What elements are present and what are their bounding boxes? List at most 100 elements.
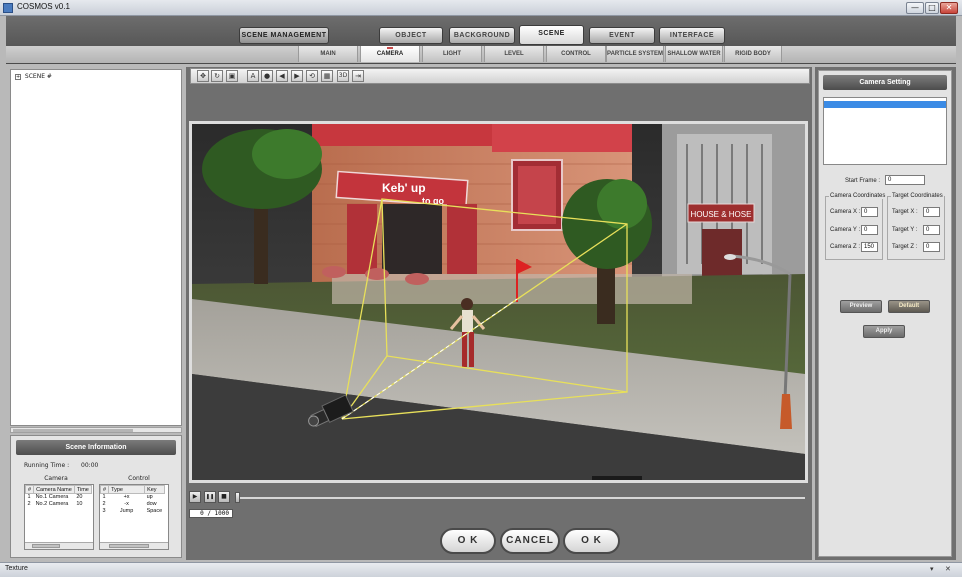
scene-tree[interactable]: + SCENE # bbox=[10, 69, 182, 426]
sign-house: HOUSE & HOSE bbox=[691, 210, 752, 219]
timeline-bar: ▶ ❚❚ ■ bbox=[189, 490, 808, 510]
scrollbar-thumb[interactable] bbox=[109, 544, 149, 548]
camera-x-input[interactable]: 0 bbox=[861, 207, 878, 217]
target-z-label: Target Z : bbox=[892, 244, 918, 250]
camera-coordinates-title: Camera Coordinates bbox=[829, 193, 887, 199]
running-time-value: 00:00 bbox=[81, 462, 99, 469]
control-table[interactable]: # Type Key 1 +x up 2 -x dow 3 Jump Space bbox=[99, 484, 169, 550]
target-z-input[interactable]: 0 bbox=[923, 242, 940, 252]
subtab-rigid-body[interactable]: RIGID BODY bbox=[724, 46, 782, 62]
subtab-camera[interactable]: CAMERA bbox=[360, 46, 420, 62]
table-row[interactable]: 2 -x dow bbox=[101, 501, 165, 508]
next-icon[interactable]: ▶ bbox=[291, 70, 303, 82]
viewport-toolbar: ✥ ↻ ▣ A ● ◀ ▶ ⟲ ▦ 3D ⇥ bbox=[190, 68, 810, 84]
control-table-scrollbar[interactable] bbox=[100, 542, 168, 549]
subtab-light[interactable]: LIGHT bbox=[422, 46, 482, 62]
scene-render: HOUSE & HOSE Keb' up to go bbox=[192, 124, 805, 480]
camera-list[interactable] bbox=[823, 97, 947, 165]
status-bar: Texture ▾ ✕ bbox=[0, 562, 962, 577]
subtab-control[interactable]: CONTROL bbox=[546, 46, 606, 62]
table-row[interactable]: 2 No.2 Camera 10 bbox=[26, 501, 92, 508]
3d-icon[interactable]: 3D bbox=[337, 70, 349, 82]
table-cell: Jump bbox=[119, 508, 134, 514]
column-header[interactable]: # bbox=[25, 485, 35, 494]
scrollbar-thumb[interactable] bbox=[32, 544, 60, 548]
window-title: COSMOS v0.1 bbox=[17, 2, 70, 11]
subtab-shallow-water[interactable]: SHALLOW WATER bbox=[665, 46, 723, 62]
minimize-button[interactable]: — bbox=[906, 2, 924, 14]
rotate-icon[interactable]: ↻ bbox=[211, 70, 223, 82]
apply-button[interactable]: Apply bbox=[863, 325, 905, 338]
table-cell: dow bbox=[146, 501, 157, 507]
close-panel-icon[interactable]: ✕ bbox=[945, 565, 951, 573]
loop-icon[interactable]: ⟲ bbox=[306, 70, 318, 82]
stop-button[interactable]: ■ bbox=[218, 491, 230, 503]
tab-scene[interactable]: SCENE bbox=[519, 25, 584, 45]
maximize-button[interactable]: □ bbox=[925, 2, 939, 14]
running-time: Running Time : 00:00 bbox=[24, 462, 98, 469]
table-row[interactable]: 1 +x up bbox=[101, 494, 165, 501]
column-header[interactable]: Key bbox=[144, 485, 165, 494]
camera-y-label: Camera Y : bbox=[830, 227, 861, 233]
subtab-main[interactable]: MAIN bbox=[298, 46, 358, 62]
camera-table[interactable]: # Camera Name Time 1 No.1 Camera 20 2 No… bbox=[24, 484, 94, 550]
expand-icon[interactable]: + bbox=[15, 73, 21, 80]
pin-icon[interactable]: ▾ bbox=[930, 565, 934, 573]
scene-management-button[interactable]: SCENE MANAGEMENT bbox=[239, 27, 329, 44]
target-coordinates-title: Target Coordinates bbox=[891, 193, 944, 199]
scrollbar-thumb[interactable] bbox=[13, 429, 133, 432]
preview-button[interactable]: Preview bbox=[840, 300, 882, 313]
column-header[interactable]: # bbox=[100, 485, 110, 494]
move-icon[interactable]: ✥ bbox=[197, 70, 209, 82]
table-row[interactable]: 3 Jump Space bbox=[101, 508, 165, 515]
grid-icon[interactable]: ▦ bbox=[321, 70, 333, 82]
target-y-label: Target Y : bbox=[892, 227, 918, 233]
table-row[interactable]: 1 No.1 Camera 20 bbox=[26, 494, 92, 501]
target-coordinates-group: Target Coordinates Target X : 0 Target Y… bbox=[887, 193, 945, 260]
camera-table-scrollbar[interactable] bbox=[25, 542, 93, 549]
prev-icon[interactable]: ◀ bbox=[276, 70, 288, 82]
ok-button[interactable]: O K bbox=[440, 528, 496, 554]
tab-event[interactable]: EVENT bbox=[589, 27, 655, 44]
target-x-input[interactable]: 0 bbox=[923, 207, 940, 217]
default-button[interactable]: Default bbox=[888, 300, 930, 313]
column-header[interactable]: Camera Name bbox=[33, 485, 75, 494]
scene-information-title: Scene Information bbox=[16, 440, 176, 455]
subtab-camera-label: CAMERA bbox=[376, 51, 404, 57]
table-cell: 2 bbox=[102, 501, 106, 507]
camera-y-input[interactable]: 0 bbox=[861, 225, 878, 235]
table-cell: No.1 Camera bbox=[35, 494, 69, 501]
close-button[interactable]: ✕ bbox=[940, 2, 958, 14]
frame-counter: 0 / 1000 bbox=[189, 509, 233, 518]
timeline-slider-handle[interactable] bbox=[235, 492, 240, 503]
subtab-level[interactable]: LEVEL bbox=[484, 46, 544, 62]
tab-object[interactable]: OBJECT bbox=[379, 27, 443, 44]
subtab-particle-system[interactable]: PARTICLE SYSTEM bbox=[606, 46, 664, 62]
running-time-label: Running Time : bbox=[24, 462, 70, 469]
camera-setting-title: Camera Setting bbox=[823, 75, 947, 90]
tree-node-scene[interactable]: + SCENE # bbox=[15, 73, 52, 80]
save-icon[interactable]: ▣ bbox=[226, 70, 238, 82]
export-icon[interactable]: ⇥ bbox=[352, 70, 364, 82]
cancel-button[interactable]: CANCEL bbox=[500, 528, 560, 554]
camera-z-input[interactable]: 150 bbox=[861, 242, 878, 252]
control-group-title: Control bbox=[128, 475, 150, 482]
timeline-track[interactable] bbox=[237, 497, 805, 499]
tree-horizontal-scrollbar[interactable] bbox=[10, 427, 182, 433]
column-header[interactable]: Time bbox=[73, 485, 92, 494]
target-y-input[interactable]: 0 bbox=[923, 225, 940, 235]
tab-interface[interactable]: INTERFACE bbox=[659, 27, 725, 44]
scene-viewport[interactable]: HOUSE & HOSE Keb' up to go bbox=[189, 121, 808, 483]
table-cell: 20 bbox=[76, 494, 83, 501]
start-frame-input[interactable]: 0 bbox=[885, 175, 925, 185]
scene-subtab-bar: MAIN CAMERA LIGHT LEVEL CONTROL PARTICLE… bbox=[6, 46, 956, 63]
pause-button[interactable]: ❚❚ bbox=[204, 491, 216, 503]
play-button[interactable]: ▶ bbox=[189, 491, 201, 503]
record-icon[interactable]: ● bbox=[261, 70, 273, 82]
tab-background[interactable]: BACKGROUND bbox=[449, 27, 515, 44]
text-icon[interactable]: A bbox=[247, 70, 259, 82]
ok-button-secondary[interactable]: O K bbox=[563, 528, 620, 554]
selected-list-item[interactable] bbox=[824, 101, 946, 108]
column-header[interactable]: Type bbox=[108, 485, 146, 494]
table-cell: 2 bbox=[27, 501, 31, 507]
